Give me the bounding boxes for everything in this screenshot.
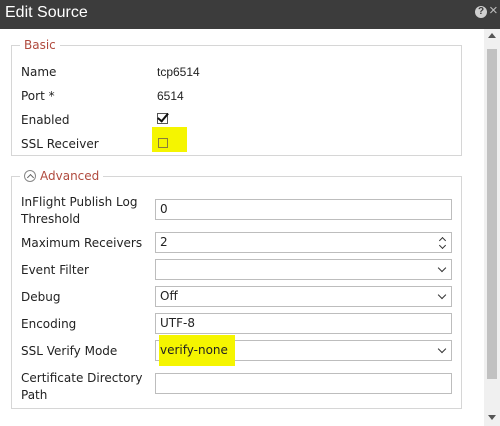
max-receivers-label: Maximum Receivers [21,236,143,250]
inflight-threshold-input[interactable]: 0 [155,199,452,220]
stepper-down-icon[interactable] [438,241,447,250]
scroll-thumb[interactable] [487,49,497,379]
max-receivers-stepper[interactable]: 2 [155,232,452,253]
collapse-chevron-icon[interactable] [24,170,36,182]
advanced-legend[interactable]: Advanced [20,169,104,183]
advanced-legend-label: Advanced [40,169,100,183]
window-title: Edit Source [5,4,88,21]
event-filter-label: Event Filter [21,263,89,277]
close-icon[interactable]: × [489,2,498,19]
help-icon[interactable]: ? [475,6,487,18]
cert-dir-label-line1: Certificate Directory [21,371,143,385]
ssl-verify-value: verify-none [160,343,228,357]
inflight-label-line2: Threshold [21,212,81,226]
scroll-up-icon[interactable] [488,33,496,38]
basic-legend: Basic [20,38,60,52]
cert-dir-label-line2: Path [21,388,48,402]
port-label: Port * [21,89,55,103]
enabled-label: Enabled [21,113,70,127]
name-value: tcp6514 [157,65,200,79]
ssl-verify-select[interactable]: verify-none [155,335,452,366]
cert-dir-input[interactable] [155,373,452,394]
vertical-scrollbar[interactable] [484,29,500,426]
debug-label: Debug [21,290,61,304]
dialog-content: Basic Name tcp6514 Port * 6514 Enabled S… [0,29,484,426]
ssl-verify-label: SSL Verify Mode [21,344,118,358]
chevron-down-icon [437,290,447,300]
debug-value: Off [160,289,178,303]
ssl-receiver-checkbox[interactable] [158,138,168,148]
inflight-label-line1: InFlight Publish Log [21,195,138,209]
inflight-threshold-value: 0 [160,202,168,216]
debug-select[interactable]: Off [155,286,452,307]
event-filter-select[interactable] [155,259,452,280]
chevron-down-icon [437,263,447,273]
window-titlebar: Edit Source ? × [0,0,500,29]
max-receivers-value: 2 [160,235,168,249]
encoding-label: Encoding [21,317,77,331]
port-value: 6514 [157,89,184,103]
chevron-down-icon [437,344,447,354]
encoding-value: UTF-8 [160,316,195,330]
scroll-down-icon[interactable] [488,415,496,420]
ssl-receiver-label: SSL Receiver [21,137,99,151]
name-label: Name [21,65,57,79]
enabled-checkbox[interactable] [157,113,168,124]
encoding-input[interactable]: UTF-8 [155,313,452,334]
